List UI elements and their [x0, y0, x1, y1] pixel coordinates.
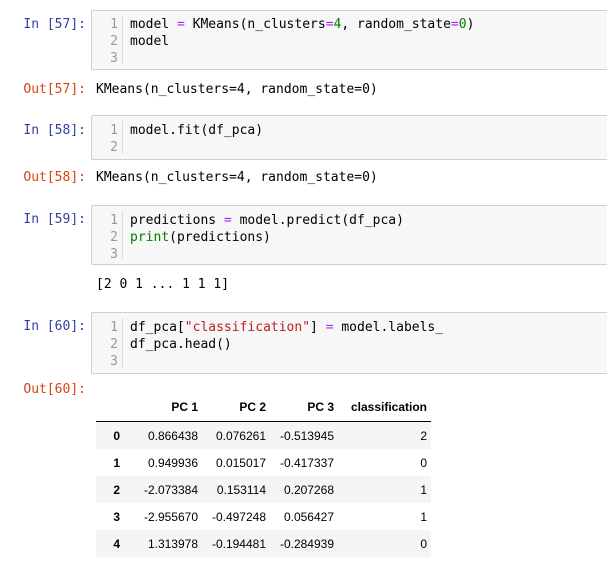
output-text-58: KMeans(n_clusters=4, random_state=0)	[96, 170, 378, 185]
table-cell: 0.866438	[147, 428, 198, 443]
table-cell: -0.497248	[211, 509, 266, 524]
table-row: 0 0.866438 0.076261 -0.513945 2	[96, 421, 431, 449]
code-line: 1 df_pca["classification"] = model.labels…	[110, 320, 444, 335]
table-cell: 1.313978	[147, 536, 198, 551]
row-index: 0	[113, 428, 120, 443]
table-cell: -0.284939	[279, 536, 334, 551]
column-header: PC 1	[124, 393, 202, 422]
table-cell: 2	[420, 428, 427, 443]
in-prompt-60: In [60]:	[23, 319, 86, 334]
code-text: df_pca["classification"] = model.labels_	[130, 320, 444, 335]
table-cell: -2.073384	[143, 482, 198, 497]
code-line: 3	[110, 51, 118, 66]
table-row: 4 1.313978 -0.194481 -0.284939 0	[96, 530, 431, 557]
out-prompt-60: Out[60]:	[23, 382, 86, 397]
code-line: 2 print(predictions)	[110, 230, 271, 245]
table-header-row: PC 1 PC 2 PC 3 classification	[96, 393, 431, 422]
table-cell: -0.513945	[279, 428, 334, 443]
code-line: 3	[110, 247, 118, 262]
out-prompt-57: Out[57]:	[23, 82, 86, 97]
stdout-text-59: [2 0 1 ... 1 1 1]	[96, 277, 230, 292]
row-index: 2	[113, 482, 120, 497]
in-prompt-58: In [58]:	[23, 123, 86, 138]
table-row: 3 -2.955670 -0.497248 0.056427 1	[96, 503, 431, 530]
table-cell: 0.949936	[147, 455, 198, 470]
column-header: PC 2	[202, 393, 270, 422]
table-cell: -0.417337	[279, 455, 334, 470]
code-text: print(predictions)	[130, 230, 271, 245]
table-cell: 0	[420, 536, 427, 551]
dataframe-table: PC 1 PC 2 PC 3 classification 0 0.866438…	[96, 393, 431, 557]
table-cell: 0.207268	[283, 482, 334, 497]
code-cell-60[interactable]: 1 df_pca["classification"] = model.labels…	[91, 312, 607, 374]
table-cell: 0.153114	[216, 482, 266, 497]
table-cell: 0.056427	[283, 509, 334, 524]
out-prompt-58: Out[58]:	[23, 170, 86, 185]
index-header	[96, 393, 124, 422]
in-prompt-59: In [59]:	[23, 212, 86, 227]
table-cell: -0.194481	[211, 536, 266, 551]
table-cell: 0.015017	[215, 455, 266, 470]
table-row: 1 0.949936 0.015017 -0.417337 0	[96, 449, 431, 476]
table-row: 2 -2.073384 0.153114 0.207268 1	[96, 476, 431, 503]
table-cell: 1	[420, 509, 427, 524]
row-index: 4	[113, 536, 120, 551]
code-line: 2	[110, 140, 118, 155]
column-header: classification	[338, 393, 431, 422]
table-cell: 0.076261	[215, 428, 266, 443]
row-index: 1	[113, 455, 120, 470]
code-line: 1 model.fit(df_pca)	[110, 123, 264, 138]
row-index: 3	[113, 509, 120, 524]
code-cell-59[interactable]: 1 predictions = model.predict(df_pca) 2 pr…	[91, 205, 607, 265]
table-cell: -2.955670	[143, 509, 198, 524]
in-prompt-57: In [57]:	[23, 17, 86, 32]
code-line: 2 model	[110, 34, 170, 49]
code-line: 2 df_pca.head()	[110, 337, 232, 352]
code-cell-57[interactable]: 1 model = KMeans(n_clusters=4, random_sta…	[91, 10, 607, 70]
table-cell: 1	[420, 482, 427, 497]
code-cell-58[interactable]: 1 model.fit(df_pca) 2	[91, 115, 607, 160]
code-line: 1 predictions = model.predict(df_pca)	[110, 213, 404, 228]
code-line: 1 model = KMeans(n_clusters=4, random_sta…	[110, 17, 475, 32]
output-text-57: KMeans(n_clusters=4, random_state=0)	[96, 82, 378, 97]
column-header: PC 3	[270, 393, 338, 422]
code-text: model = KMeans(n_clusters=4, random_stat…	[130, 17, 475, 32]
code-text: predictions = model.predict(df_pca)	[130, 213, 404, 228]
code-line: 3	[110, 354, 118, 369]
table-cell: 0	[420, 455, 427, 470]
